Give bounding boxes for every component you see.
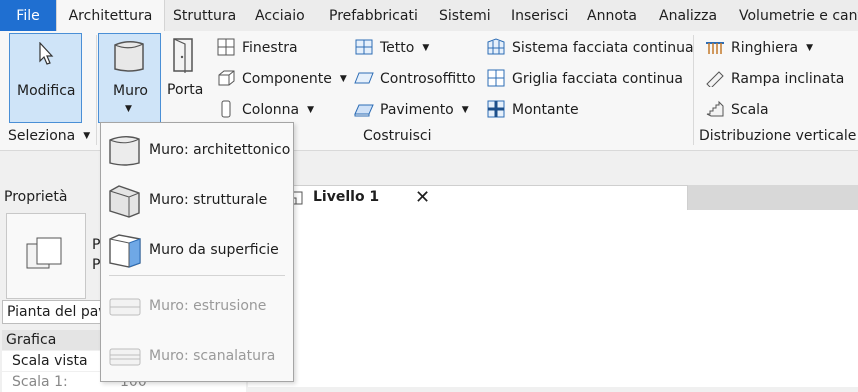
tab-architettura[interactable]: Architettura <box>56 0 165 32</box>
componente-label: Componente <box>242 71 332 87</box>
griglia-facciata-label: Griglia facciata continua <box>512 71 683 87</box>
muro-label: Muro <box>113 83 148 99</box>
ringhiera-button[interactable]: Ringhiera ▼ <box>705 35 813 61</box>
ramp-icon <box>706 71 724 87</box>
finestra-button[interactable]: Finestra <box>216 35 298 61</box>
dropdown-arrow-icon[interactable]: ▼ <box>340 74 347 84</box>
panel-costruisci-label: Costruisci <box>363 128 432 144</box>
window-icon <box>217 38 235 56</box>
section-grafica-label: Grafica <box>6 332 57 348</box>
menu-item-muro-estrusione[interactable]: Muro: estrusione <box>101 283 293 329</box>
panel-seleziona[interactable]: Seleziona ▼ <box>8 128 90 144</box>
door-icon <box>173 38 193 73</box>
dropdown-arrow-icon[interactable]: ▼ <box>462 105 469 115</box>
tab-file[interactable]: File <box>0 0 56 31</box>
porta-label: Porta <box>167 82 204 98</box>
drawing-canvas[interactable] <box>248 210 858 387</box>
menu-item-label: Muro: estrusione <box>149 298 267 314</box>
wall-structural-icon <box>109 185 140 218</box>
menu-separator <box>109 275 285 276</box>
scala-label: Scala <box>731 102 769 118</box>
rampa-label: Rampa inclinata <box>731 71 845 87</box>
colonna-label: Colonna <box>242 102 300 118</box>
pavimento-label: Pavimento <box>380 102 454 118</box>
menu-item-label: Muro da superficie <box>149 242 279 258</box>
ribbon-separator <box>96 35 97 145</box>
tab-acciaio[interactable]: Acciaio <box>255 0 305 31</box>
sistema-facciata-button[interactable]: Sistema facciata continua <box>486 35 694 61</box>
menu-item-muro-architettonico[interactable]: Muro: architettonico <box>101 127 293 173</box>
montante-button[interactable]: Montante <box>486 97 579 123</box>
controsoffitto-label: Controsoffitto <box>380 71 476 87</box>
menu-item-muro-scanalatura[interactable]: Muro: scanalatura <box>101 333 293 379</box>
close-icon[interactable]: ✕ <box>415 187 430 208</box>
tab-struttura[interactable]: Struttura <box>173 0 236 31</box>
modifica-label: Modifica <box>17 83 76 99</box>
pavimento-button[interactable]: Pavimento ▼ <box>354 97 469 123</box>
ribbon-tab-bar: File Architettura Struttura Acciaio Pref… <box>0 0 858 32</box>
porta-button[interactable]: Porta <box>162 33 206 121</box>
tetto-label: Tetto <box>380 40 415 56</box>
ringhiera-label: Ringhiera <box>731 40 799 56</box>
controsoffitto-button[interactable]: Controsoffitto <box>354 66 476 92</box>
sistema-facciata-label: Sistema facciata continua <box>512 40 694 56</box>
montante-label: Montante <box>512 102 579 118</box>
floor-plan-icon <box>26 237 62 269</box>
menu-item-muro-superficie[interactable]: Muro da superficie <box>101 227 293 273</box>
floor-icon <box>354 104 374 117</box>
mullion-icon <box>487 100 505 118</box>
wall-sweep-icon <box>109 298 141 316</box>
property-scala-label: Scala 1: <box>12 374 68 390</box>
muro-button[interactable]: Muro ▼ <box>98 33 161 123</box>
menu-item-label: Muro: scanalatura <box>149 348 276 364</box>
wall-by-face-icon <box>109 234 141 268</box>
tab-annota[interactable]: Annota <box>587 0 637 31</box>
view-tab-livello-1[interactable]: Livello 1 ✕ <box>278 185 688 211</box>
scala-button[interactable]: Scala <box>705 97 769 123</box>
wall-architectural-icon <box>109 136 140 166</box>
component-icon <box>218 70 235 86</box>
colonna-button[interactable]: Colonna ▼ <box>216 97 314 123</box>
rampa-button[interactable]: Rampa inclinata <box>705 66 844 92</box>
stair-icon <box>706 100 724 117</box>
dropdown-arrow-icon[interactable]: ▼ <box>307 105 314 115</box>
type-selector-value: Pianta del pav <box>7 304 107 320</box>
tab-analizza[interactable]: Analizza <box>659 0 717 31</box>
railing-icon <box>706 42 724 54</box>
roof-icon <box>355 39 373 55</box>
ceiling-icon <box>354 72 374 84</box>
type-thumbnail <box>6 213 86 299</box>
menu-item-label: Muro: architettonico <box>149 142 291 158</box>
chevron-down-icon: ▼ <box>125 104 132 114</box>
property-scala-vista-label: Scala vista <box>12 353 88 369</box>
cursor-arrow-icon <box>39 42 54 65</box>
tab-prefabbricati[interactable]: Prefabbricati <box>329 0 418 31</box>
view-tab-label: Livello 1 <box>313 189 380 205</box>
menu-item-label: Muro: strutturale <box>149 192 268 208</box>
ribbon-separator <box>693 35 694 145</box>
tab-volumetrie[interactable]: Volumetrie e cant <box>739 0 858 31</box>
tab-inserisci[interactable]: Inserisci <box>511 0 568 31</box>
dropdown-arrow-icon[interactable]: ▼ <box>422 43 429 53</box>
chevron-down-icon: ▼ <box>83 131 91 141</box>
wall-icon <box>114 41 144 72</box>
properties-title: Proprietà <box>4 189 68 205</box>
curtain-system-icon <box>487 38 505 55</box>
griglia-facciata-button[interactable]: Griglia facciata continua <box>486 66 683 92</box>
tab-sistemi[interactable]: Sistemi <box>439 0 491 31</box>
wall-reveal-icon <box>109 348 141 366</box>
muro-dropdown-menu: Muro: architettonico Muro: strutturale M… <box>100 122 294 382</box>
column-icon <box>221 100 231 118</box>
curtain-grid-icon <box>487 69 505 87</box>
panel-seleziona-label: Seleziona <box>8 128 76 144</box>
tetto-button[interactable]: Tetto ▼ <box>354 35 429 61</box>
dropdown-arrow-icon[interactable]: ▼ <box>806 43 813 53</box>
finestra-label: Finestra <box>242 40 298 56</box>
componente-button[interactable]: Componente ▼ <box>216 66 347 92</box>
panel-distribuzione-label: Distribuzione verticale <box>699 128 857 144</box>
menu-item-muro-strutturale[interactable]: Muro: strutturale <box>101 177 293 223</box>
modifica-button[interactable]: Modifica <box>9 33 82 123</box>
view-tab-bar: Livello 1 ✕ <box>248 185 858 211</box>
